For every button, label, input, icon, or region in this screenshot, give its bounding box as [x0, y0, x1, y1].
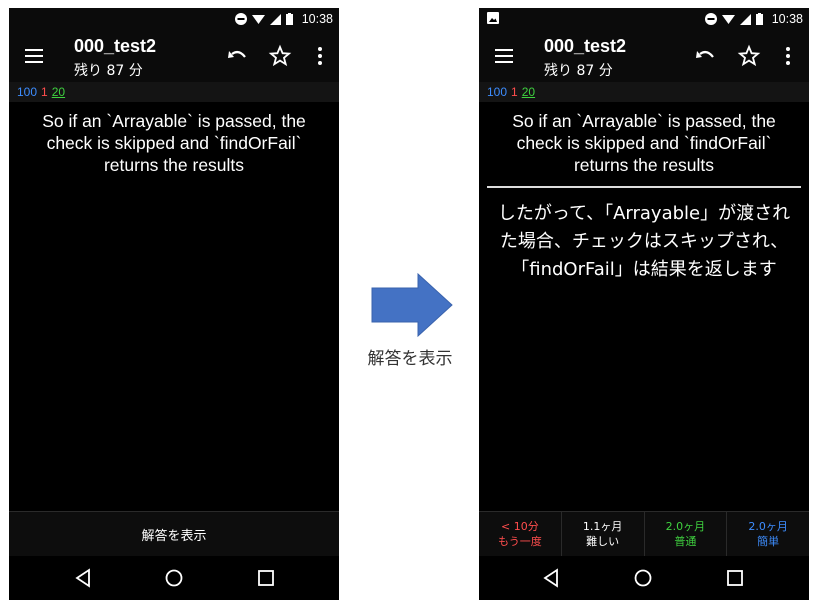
- deck-title: 000_test2: [544, 36, 627, 56]
- learn-count: 1: [41, 85, 48, 99]
- card-answer: したがって、「Arrayable」が渡された場合、チェックはスキップされ、「fi…: [497, 203, 791, 280]
- ease-easy-button[interactable]: 2.0ヶ月 簡単: [727, 512, 809, 556]
- status-bar: 10:38: [9, 8, 339, 30]
- square-recents-icon[interactable]: [724, 567, 746, 589]
- navigation-bar: [479, 556, 809, 600]
- answer-divider: [487, 186, 801, 188]
- app-bar: 000_test2 残り 87 分: [479, 30, 809, 82]
- status-time: 10:38: [771, 12, 803, 26]
- ease-good-interval: 2.0ヶ月: [665, 520, 706, 533]
- show-answer-button[interactable]: 解答を表示: [9, 511, 339, 556]
- wifi-icon: [721, 14, 735, 24]
- transition-label: 解答を表示: [367, 349, 453, 369]
- ease-good-button[interactable]: 2.0ヶ月 普通: [645, 512, 728, 556]
- ease-buttons: < 10分 もう一度 1.1ヶ月 難しい 2.0ヶ月 普通 2.0ヶ月 簡単: [479, 511, 809, 556]
- time-remaining: 残り 87 分: [74, 63, 143, 79]
- triangle-back-icon[interactable]: [73, 567, 95, 589]
- new-count: 100: [17, 85, 38, 99]
- status-time: 10:38: [301, 12, 333, 26]
- ease-hard-button[interactable]: 1.1ヶ月 難しい: [562, 512, 645, 556]
- card-counts: 100 1 20: [9, 82, 339, 102]
- do-not-disturb-icon: [704, 13, 717, 25]
- square-recents-icon[interactable]: [255, 567, 277, 589]
- learn-count: 1: [511, 85, 518, 99]
- wifi-icon: [251, 14, 265, 24]
- ease-hard-label: 難しい: [586, 535, 620, 548]
- new-count: 100: [487, 85, 508, 99]
- ease-again-interval: < 10分: [501, 520, 539, 533]
- card-question: So if an `Arrayable` is passed, the chec…: [42, 111, 306, 175]
- review-count: 20: [521, 85, 536, 99]
- more-vert-icon[interactable]: [776, 44, 800, 68]
- ease-again-label: もう一度: [498, 535, 542, 548]
- app-bar: 000_test2 残り 87 分: [9, 30, 339, 82]
- ease-hard-interval: 1.1ヶ月: [582, 520, 623, 533]
- ease-again-button[interactable]: < 10分 もう一度: [479, 512, 562, 556]
- phone-screen-question: 10:38 000_test2 残り 87 分 100 1 20 So if an …: [9, 8, 339, 600]
- triangle-back-icon[interactable]: [541, 567, 563, 589]
- battery-icon: [285, 13, 293, 25]
- menu-icon[interactable]: [493, 46, 515, 66]
- signal-icon: [269, 13, 281, 25]
- undo-icon[interactable]: [225, 44, 249, 68]
- do-not-disturb-icon: [234, 13, 247, 25]
- circle-home-icon[interactable]: [163, 567, 185, 589]
- status-bar: 10:38: [479, 8, 809, 30]
- deck-title: 000_test2: [74, 36, 157, 56]
- card-question: So if an `Arrayable` is passed, the chec…: [512, 111, 776, 175]
- more-vert-icon[interactable]: [308, 44, 332, 68]
- circle-home-icon[interactable]: [632, 567, 654, 589]
- undo-icon[interactable]: [693, 44, 717, 68]
- card-counts: 100 1 20: [479, 82, 809, 102]
- time-remaining: 残り 87 分: [544, 63, 613, 79]
- ease-easy-interval: 2.0ヶ月: [748, 520, 788, 533]
- ease-good-label: 普通: [674, 535, 697, 548]
- signal-icon: [739, 13, 751, 25]
- review-count: 20: [51, 85, 66, 99]
- navigation-bar: [9, 556, 339, 600]
- star-outline-icon[interactable]: [268, 44, 292, 68]
- menu-icon[interactable]: [23, 46, 45, 66]
- ease-easy-label: 簡単: [757, 535, 780, 548]
- battery-icon: [755, 13, 763, 25]
- phone-screen-answer: 10:38 000_test2 残り 87 分 100 1 20 So if an …: [479, 8, 809, 600]
- image-notification-icon: [487, 12, 499, 24]
- star-outline-icon[interactable]: [737, 44, 761, 68]
